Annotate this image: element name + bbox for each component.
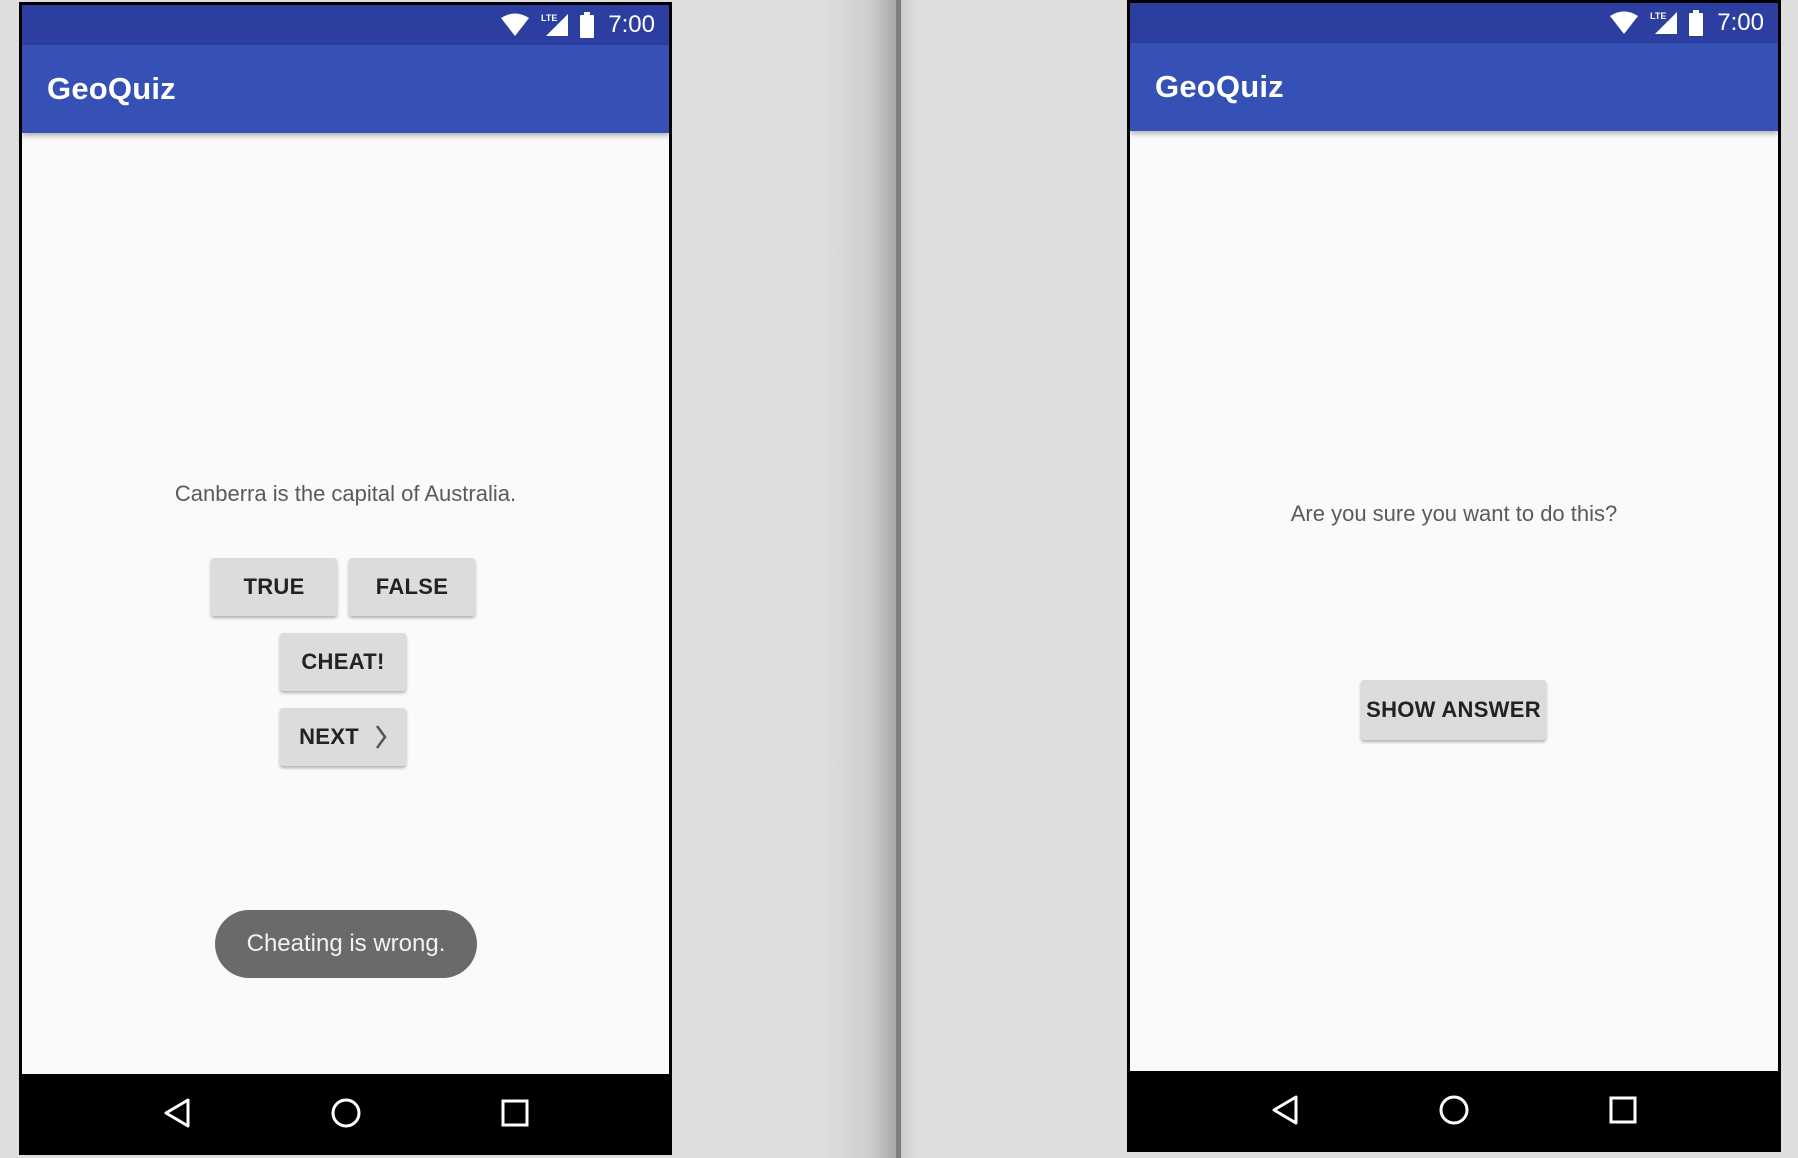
- battery-icon: [580, 12, 595, 38]
- nav-bar: [1130, 1071, 1778, 1149]
- phone-quiz-screen: LTE 7:00 GeoQuiz Canberra is the capital…: [19, 2, 672, 1155]
- question-text: Canberra is the capital of Australia.: [174, 481, 517, 506]
- svg-text:LTE: LTE: [1650, 11, 1666, 21]
- phone-cheat-screen: LTE 7:00 GeoQuiz Are you sure you want t…: [1127, 0, 1781, 1152]
- battery-icon: [1689, 10, 1704, 36]
- app-bar: GeoQuiz: [22, 45, 669, 133]
- lte-signal-icon: LTE: [540, 12, 570, 38]
- app-title: GeoQuiz: [47, 71, 176, 106]
- next-button[interactable]: NEXT: [280, 708, 406, 766]
- home-icon[interactable]: [1424, 1080, 1484, 1140]
- show-answer-button[interactable]: SHOW ANSWER: [1361, 680, 1546, 740]
- quiz-content: Canberra is the capital of Australia. TR…: [22, 133, 669, 1074]
- chevron-right-icon: [375, 724, 387, 750]
- back-icon[interactable]: [147, 1083, 207, 1143]
- svg-text:LTE: LTE: [541, 13, 557, 23]
- cheat-button[interactable]: CHEAT!: [280, 633, 406, 691]
- app-title: GeoQuiz: [1155, 69, 1284, 104]
- toast-message: Cheating is wrong.: [215, 910, 477, 978]
- nav-bar: [22, 1074, 669, 1152]
- app-bar: GeoQuiz: [1130, 43, 1778, 131]
- status-time: 7:00: [1717, 9, 1764, 36]
- recents-icon[interactable]: [1593, 1080, 1653, 1140]
- lte-signal-icon: LTE: [1649, 10, 1679, 36]
- recents-icon[interactable]: [485, 1083, 545, 1143]
- cheat-screen: LTE 7:00 GeoQuiz Are you sure you want t…: [1130, 3, 1778, 1149]
- home-icon[interactable]: [316, 1083, 376, 1143]
- cheat-content: Are you sure you want to do this? SHOW A…: [1130, 131, 1778, 1071]
- status-bar: LTE 7:00: [1130, 3, 1778, 43]
- status-time: 7:00: [608, 11, 655, 38]
- next-button-label: NEXT: [299, 724, 359, 749]
- status-bar: LTE 7:00: [22, 5, 669, 45]
- true-button[interactable]: TRUE: [211, 558, 337, 616]
- back-icon[interactable]: [1255, 1080, 1315, 1140]
- wifi-icon: [1609, 11, 1639, 35]
- wifi-icon: [500, 13, 530, 37]
- warning-text: Are you sure you want to do this?: [1290, 501, 1618, 526]
- false-button[interactable]: FALSE: [349, 558, 475, 616]
- quiz-screen: LTE 7:00 GeoQuiz Canberra is the capital…: [22, 5, 669, 1152]
